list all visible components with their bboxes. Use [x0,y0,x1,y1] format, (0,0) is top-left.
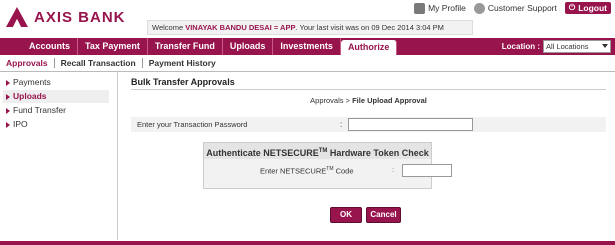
gear-icon [473,2,485,14]
axis-bank-logo: AXIS BANK [6,4,126,30]
my-profile-label: My Profile [428,3,466,13]
customer-support-link[interactable]: Customer Support [473,2,557,14]
subnav-approvals[interactable]: Approvals [0,58,55,68]
nav-accounts[interactable]: Accounts [22,38,79,55]
location-value: All Locations [546,42,589,51]
breadcrumb-current: File Upload Approval [352,96,427,105]
welcome-prefix: Welcome [152,23,186,32]
sub-nav: Approvals Recall Transaction Payment His… [0,55,615,72]
breadcrumb: Approvals > File Upload Approval [131,96,606,105]
user-icon [414,2,426,14]
subnav-recall-transaction[interactable]: Recall Transaction [55,58,143,68]
netsecure-code-input[interactable] [402,164,452,177]
transaction-password-input[interactable] [348,118,473,131]
location-filter: Location : All Locations [502,40,611,53]
top-links: My Profile Customer Support ⏻ Logout [414,0,611,16]
token-code-label: Enter NETSECURETM Code [260,166,354,176]
token-label-rest: Code [333,166,354,176]
token-check-panel: Authenticate NETSECURE TM Hardware Token … [203,142,452,189]
left-menu: Payments Uploads Fund Transfer IPO [3,76,109,132]
location-label: Location : [501,42,540,51]
axis-logo-icon [6,7,28,27]
welcome-user: VINAYAK BANDU DESAI = APP [185,23,296,32]
token-label-text: Enter NETSECURE [260,166,327,176]
footer-bar [0,241,615,245]
cancel-button[interactable]: Cancel [366,207,401,223]
menu-item-ipo[interactable]: IPO [3,118,109,131]
logout-button[interactable]: ⏻ Logout [564,2,611,14]
my-profile-link[interactable]: My Profile [414,2,466,14]
password-colon: : [340,120,343,129]
location-select[interactable]: All Locations [543,40,611,53]
nav-tax-payment[interactable]: Tax Payment [78,38,148,55]
breadcrumb-root: Approvals [310,96,344,105]
menu-item-payments[interactable]: Payments [3,76,109,89]
token-title-text: Authenticate NETSECURE [206,148,319,158]
token-label-tm: TM [326,166,334,172]
menu-item-uploads[interactable]: Uploads [3,90,109,103]
customer-support-label: Customer Support [487,3,557,13]
welcome-suffix: . Your last visit was on 09 Dec 2014 3:0… [295,23,444,32]
menu-item-fund-transfer[interactable]: Fund Transfer [3,104,109,117]
nav-transfer-fund[interactable]: Transfer Fund [148,38,223,55]
password-label: Enter your Transaction Password [137,120,248,129]
page-title: Bulk Transfer Approvals [131,77,235,87]
nav-uploads[interactable]: Uploads [223,38,274,55]
ok-button[interactable]: OK [330,207,362,223]
token-colon: : [392,165,395,174]
password-row: Enter your Transaction Password : [131,117,606,132]
chevron-down-icon [602,44,608,48]
main-nav: Accounts Tax Payment Transfer Fund Uploa… [0,38,615,55]
nav-investments[interactable]: Investments [273,38,341,55]
nav-authorize[interactable]: Authorize [340,40,398,55]
token-check-title: Authenticate NETSECURETM Hardware Token … [204,143,431,159]
welcome-bar: Welcome VINAYAK BANDU DESAI = APP. Your … [147,20,473,35]
breadcrumb-separator: > [343,96,353,105]
logout-label: Logout [578,3,607,13]
vertical-divider [117,72,118,240]
title-divider [131,89,606,90]
subnav-payment-history[interactable]: Payment History [143,58,222,68]
brand-name: AXIS BANK [34,8,126,26]
power-icon: ⏻ [568,3,576,12]
token-title-rest: Hardware Token Check [327,148,429,158]
